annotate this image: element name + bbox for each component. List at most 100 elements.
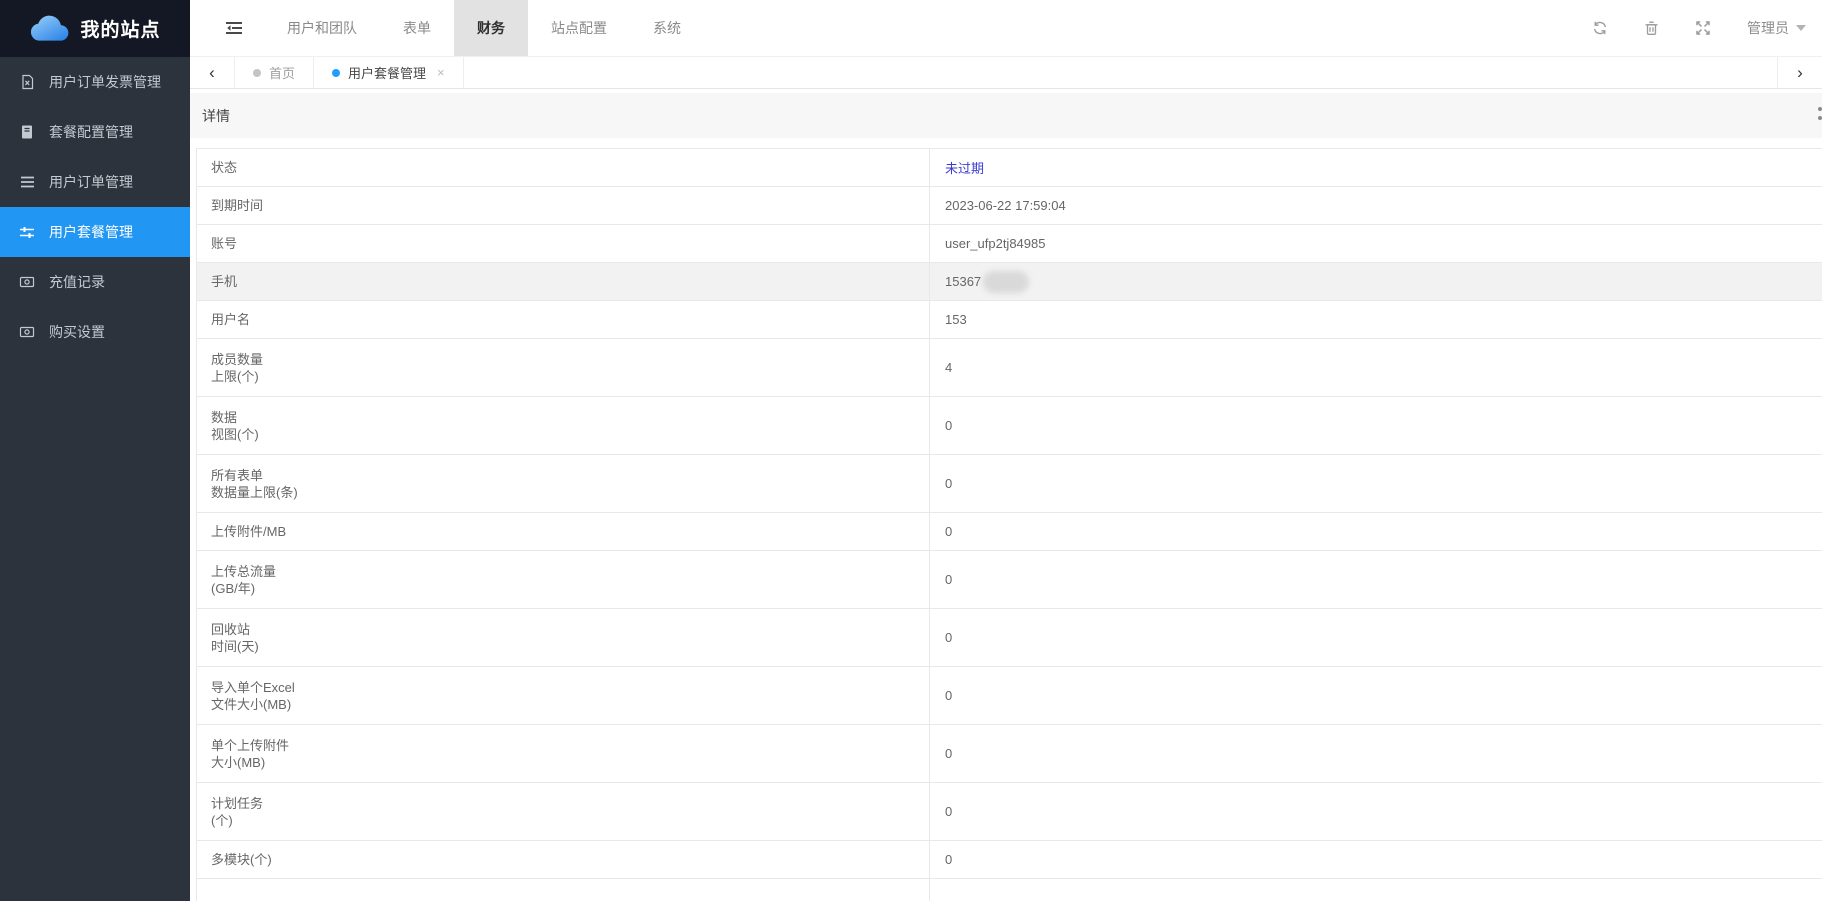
status-link[interactable]: 未过期 xyxy=(945,158,984,177)
row-label: 状态 xyxy=(197,149,930,186)
row-label-line: 状态 xyxy=(211,159,929,176)
table-row: 所有表单数据量上限(条) 0 xyxy=(197,455,1822,513)
row-label-line: 手机 xyxy=(211,273,929,290)
row-label: 回收站时间(天) xyxy=(197,609,930,666)
sliders-icon xyxy=(18,224,36,240)
sidebar-item-label: 套餐配置管理 xyxy=(49,122,133,142)
row-label-line: 数据量上限(条) xyxy=(211,484,929,501)
row-value: 0 xyxy=(930,513,1822,550)
masked-phone-blur xyxy=(983,271,1029,293)
tab-0[interactable]: 首页 xyxy=(235,57,314,88)
trash-icon[interactable] xyxy=(1644,20,1659,36)
row-value xyxy=(930,879,1822,901)
row-value-text: 0 xyxy=(945,630,952,645)
table-row: 多模块(个) 0 xyxy=(197,841,1822,879)
row-label-line: 回收站 xyxy=(211,621,929,638)
tabs-scroll-left-icon[interactable]: ‹ xyxy=(190,57,235,88)
table-row: 用户名 153 xyxy=(197,301,1822,339)
sidebar-item-2[interactable]: 用户订单管理 xyxy=(0,157,190,207)
close-tab-icon[interactable]: × xyxy=(437,65,445,80)
user-menu[interactable]: 管理员 xyxy=(1747,18,1806,38)
row-label-line: (个) xyxy=(211,812,929,829)
top-nav-item-0[interactable]: 用户和团队 xyxy=(264,0,380,56)
tab-dot-icon xyxy=(332,69,340,77)
header-actions: 管理员 xyxy=(1592,0,1822,56)
row-label-line: 多模块(个) xyxy=(211,851,929,868)
detail-table: 状态未过期到期时间2023-06-22 17:59:04账号user_ufp2t… xyxy=(196,148,1822,901)
sidebar-item-label: 用户套餐管理 xyxy=(49,222,133,242)
row-value-text: 15367 xyxy=(945,274,981,289)
tab-1[interactable]: 用户套餐管理 × xyxy=(314,57,464,88)
top-nav-item-4[interactable]: 系统 xyxy=(630,0,704,56)
row-value: 0 xyxy=(930,725,1822,782)
sidebar-item-4[interactable]: 充值记录 xyxy=(0,257,190,307)
row-label: 导入单个Excel文件大小(MB) xyxy=(197,667,930,724)
table-row: 上传附件/MB0 xyxy=(197,513,1822,551)
table-row: 导入单个Excel文件大小(MB) 0 xyxy=(197,667,1822,725)
sidebar-item-5[interactable]: 购买设置 xyxy=(0,307,190,357)
row-value-text: 0 xyxy=(945,852,952,867)
table-row: 成员数量上限(个) 4 xyxy=(197,339,1822,397)
row-label-line: 大小(MB) xyxy=(211,754,929,771)
row-value: 0 xyxy=(930,455,1822,512)
panel-title: 详情 xyxy=(202,106,230,126)
row-value: 153 xyxy=(930,301,1822,338)
row-label: 上传总流量(GB/年) xyxy=(197,551,930,608)
top-nav-item-1[interactable]: 表单 xyxy=(380,0,454,56)
list-icon xyxy=(18,174,36,190)
row-value: user_ufp2tj84985 xyxy=(930,225,1822,262)
row-value-text: 4 xyxy=(945,360,952,375)
table-row: 回收站时间(天) 0 xyxy=(197,609,1822,667)
brand-logo: 我的站点 xyxy=(0,0,190,57)
fullscreen-icon[interactable] xyxy=(1695,20,1711,36)
row-label: 计划任务(个) xyxy=(197,783,930,840)
row-value-text: 0 xyxy=(945,524,952,539)
row-label-line: 导入单个Excel xyxy=(211,679,929,696)
row-label: 多模块(个) xyxy=(197,841,930,878)
tab-dot-icon xyxy=(253,69,261,77)
breadcrumb-tabs: 首页 用户套餐管理 × xyxy=(235,57,464,88)
row-label: 用户名 xyxy=(197,301,930,338)
row-label: 成员数量上限(个) xyxy=(197,339,930,396)
banknote-icon xyxy=(18,274,36,290)
tabs-scroll-right-icon[interactable]: › xyxy=(1777,57,1822,88)
collapse-menu-icon[interactable] xyxy=(204,0,264,56)
row-label: 到期时间 xyxy=(197,187,930,224)
row-label: 手机 xyxy=(197,263,930,300)
row-value: 0 xyxy=(930,397,1822,454)
row-value-text: 0 xyxy=(945,688,952,703)
row-label-line: 单个上传附件 xyxy=(211,737,929,754)
brand-title: 我的站点 xyxy=(80,15,160,42)
row-label-line: 所有表单 xyxy=(211,467,929,484)
row-label-line: 上限(个) xyxy=(211,368,929,385)
chevron-down-icon xyxy=(1796,25,1806,31)
sidebar-item-3[interactable]: 用户套餐管理 xyxy=(0,207,190,257)
top-nav-item-2[interactable]: 财务 xyxy=(454,0,528,56)
table-row: 状态未过期 xyxy=(197,149,1822,187)
top-header: 我的站点 用户和团队表单财务站点配置系统 管理员 xyxy=(0,0,1822,57)
row-value: 4 xyxy=(930,339,1822,396)
row-label: 账号 xyxy=(197,225,930,262)
table-row: 上传总流量(GB/年)0 xyxy=(197,551,1822,609)
refresh-icon[interactable] xyxy=(1592,20,1608,36)
row-value-text: user_ufp2tj84985 xyxy=(945,236,1045,251)
top-nav-item-3[interactable]: 站点配置 xyxy=(528,0,630,56)
row-value: 0 xyxy=(930,783,1822,840)
row-label-line: 成员数量 xyxy=(211,351,929,368)
sidebar-item-label: 购买设置 xyxy=(49,322,105,342)
row-value: 0 xyxy=(930,609,1822,666)
book-icon xyxy=(18,124,36,140)
row-label-line: 上传总流量 xyxy=(211,563,929,580)
sidebar-item-1[interactable]: 套餐配置管理 xyxy=(0,107,190,157)
row-label-line: 数据 xyxy=(211,409,929,426)
more-dots-icon[interactable] xyxy=(1818,107,1822,125)
row-value-text: 0 xyxy=(945,476,952,491)
cloud-logo-icon xyxy=(29,15,71,42)
row-label: 所有表单数据量上限(条) xyxy=(197,455,930,512)
sidebar-item-label: 用户订单发票管理 xyxy=(49,72,161,92)
app-window: 我的站点 用户和团队表单财务站点配置系统 管理员 用户订单发票管理套餐配置管理用… xyxy=(0,0,1822,901)
tab-label: 用户套餐管理 xyxy=(348,63,426,82)
row-value-text: 153 xyxy=(945,312,967,327)
sidebar-item-0[interactable]: 用户订单发票管理 xyxy=(0,57,190,107)
row-label: 单个上传附件大小(MB) xyxy=(197,725,930,782)
